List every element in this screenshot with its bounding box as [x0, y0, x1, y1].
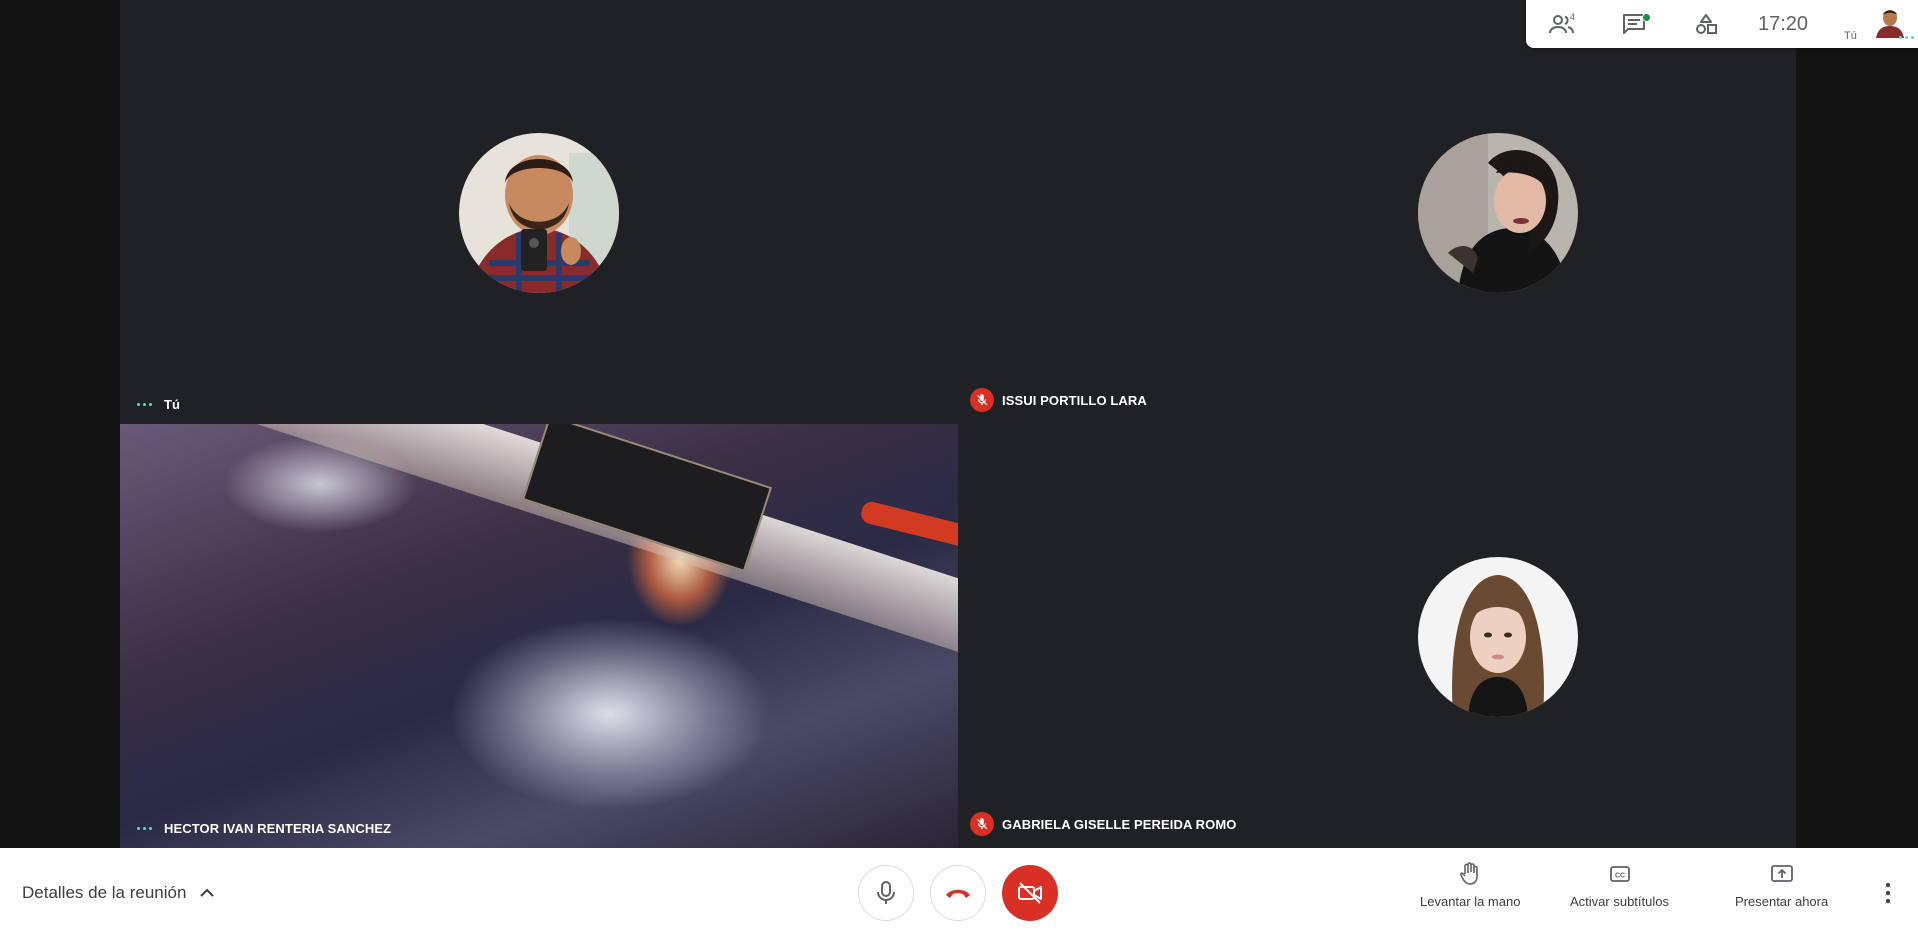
clock-time: 17:20: [1757, 12, 1809, 35]
activities-icon: [1696, 14, 1717, 34]
participant-name: Tú: [164, 397, 181, 412]
activities-button[interactable]: [1670, 0, 1742, 48]
avatar-gabriela: [1418, 557, 1578, 717]
raise-hand-icon: [1460, 862, 1479, 885]
raise-hand-label: Levantar la mano: [1420, 894, 1521, 909]
participant-tile-hector[interactable]: HECTOR IVAN RENTERIA SANCHEZ: [120, 424, 958, 848]
participant-label-gabriela: GABRIELA GISELLE PEREIDA ROMO: [970, 812, 1237, 836]
people-button[interactable]: 4: [1526, 0, 1598, 48]
self-preview[interactable]: Tú: [1836, 0, 1918, 48]
speaking-indicator-icon: [132, 403, 156, 406]
participant-label-issui: ISSUI PORTILLO LARA: [970, 388, 1147, 412]
participant-name: GABRIELA GISELLE PEREIDA ROMO: [1002, 816, 1237, 832]
camera-toggle-button[interactable]: [1002, 865, 1058, 921]
meeting-details-button[interactable]: Detalles de la reunión: [22, 848, 215, 938]
svg-text:CC: CC: [1614, 873, 1624, 880]
more-options-button[interactable]: [1876, 878, 1900, 908]
camera-video-feed: [120, 424, 958, 848]
mic-toggle-button[interactable]: [858, 865, 914, 921]
people-count: 4: [1570, 12, 1576, 22]
participant-tile-you[interactable]: Tú: [120, 0, 958, 424]
self-avatar: [1876, 10, 1904, 38]
present-screen-icon: [1770, 865, 1793, 882]
chat-button[interactable]: [1598, 0, 1670, 48]
mic-off-icon: [970, 812, 994, 836]
leave-call-button[interactable]: [930, 865, 986, 921]
avatar-issui: [1418, 133, 1578, 293]
speaking-indicator-icon: [1894, 36, 1918, 39]
meeting-top-bar: 4 17:20 Tú: [1526, 0, 1918, 48]
unread-indicator: [1642, 13, 1651, 22]
avatar-you: [459, 133, 619, 293]
captions-label: Activar subtítulos: [1570, 894, 1669, 909]
speaking-indicator-icon: [132, 827, 156, 830]
participant-label-hector: HECTOR IVAN RENTERIA SANCHEZ: [132, 821, 391, 836]
video-grid: Tú ISSUI PORTILLO LARA HECTOR IVAN RENTE…: [120, 0, 1796, 848]
video-object: [859, 499, 958, 551]
participant-tile-issui[interactable]: ISSUI PORTILLO LARA: [958, 0, 1796, 424]
hang-up-icon: [946, 889, 970, 898]
chevron-up-icon: [200, 888, 215, 897]
present-now-label: Presentar ahora: [1735, 894, 1829, 909]
mic-icon: [877, 881, 895, 904]
captions-button[interactable]: CC Activar subtítulos: [1570, 862, 1669, 909]
raise-hand-button[interactable]: Levantar la mano: [1420, 862, 1520, 909]
meeting-details-label: Detalles de la reunión: [22, 883, 187, 902]
meeting-control-bar: Detalles de la reunión Levantar la mano …: [0, 848, 1918, 938]
participant-label-you: Tú: [132, 397, 180, 412]
mic-off-icon: [970, 388, 994, 412]
self-label: Tú: [1844, 30, 1857, 42]
more-vert-icon: [1886, 883, 1890, 887]
participant-name: ISSUI PORTILLO LARA: [1002, 392, 1147, 408]
camera-off-icon: [1018, 882, 1042, 904]
captions-icon: CC: [1609, 866, 1630, 882]
participant-tile-gabriela[interactable]: GABRIELA GISELLE PEREIDA ROMO: [958, 424, 1796, 848]
participant-name: HECTOR IVAN RENTERIA SANCHEZ: [164, 821, 392, 836]
present-now-button[interactable]: Presentar ahora: [1735, 862, 1828, 909]
